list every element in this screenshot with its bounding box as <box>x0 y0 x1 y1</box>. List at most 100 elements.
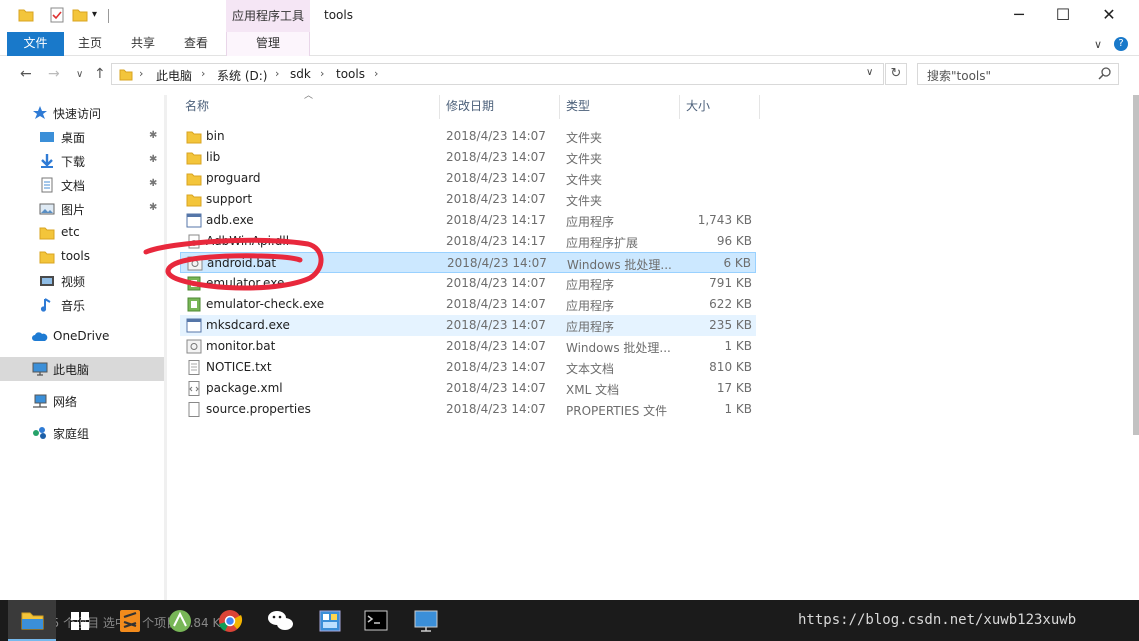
remote-desktop-icon[interactable] <box>402 600 450 641</box>
file-explorer-icon[interactable] <box>8 600 56 641</box>
customize-toolbar-dropdown-icon[interactable]: ▾ <box>92 9 108 27</box>
file-name[interactable]: package.xml <box>206 381 283 395</box>
tab-view[interactable]: 查看 <box>184 32 208 56</box>
breadcrumb-tools[interactable]: tools <box>336 67 365 81</box>
maximize-button[interactable]: ☐ <box>1040 0 1086 30</box>
store-icon[interactable] <box>56 600 104 641</box>
nav-item-network[interactable]: 网络 <box>0 389 164 413</box>
nav-pane-scrollbar[interactable] <box>164 95 167 600</box>
minimize-button[interactable]: ─ <box>996 0 1042 30</box>
recent-locations-button[interactable]: ∨ <box>76 69 83 80</box>
sort-ascending-icon: ︿ <box>304 91 314 101</box>
column-divider[interactable] <box>759 95 760 119</box>
file-row[interactable]: emulator.exe 2018/4/23 14:07 应用程序 791 KB <box>180 273 756 294</box>
column-divider[interactable] <box>439 95 440 119</box>
address-history-dropdown-icon[interactable]: ∨ <box>866 67 873 78</box>
column-header-date[interactable]: 修改日期 <box>446 95 494 119</box>
nav-item-quick-access[interactable]: 快速访问 <box>0 101 164 125</box>
search-icon[interactable] <box>1098 66 1112 83</box>
pin-icon[interactable]: ✱ <box>149 202 157 213</box>
forward-button[interactable]: → <box>48 66 60 82</box>
nav-item-tools[interactable]: tools <box>0 245 164 269</box>
sublime-icon[interactable] <box>106 600 154 641</box>
breadcrumb-separator[interactable]: › <box>201 67 205 80</box>
file-row[interactable]: mksdcard.exe 2018/4/23 14:07 应用程序 235 KB <box>180 315 756 336</box>
nav-item-onedrive[interactable]: OneDrive <box>0 325 164 349</box>
file-name[interactable]: NOTICE.txt <box>206 360 272 374</box>
content-scrollbar[interactable] <box>1133 95 1139 435</box>
tab-home[interactable]: 主页 <box>78 32 102 56</box>
file-row[interactable]: support 2018/4/23 14:07 文件夹 <box>180 189 756 210</box>
file-name[interactable]: emulator-check.exe <box>206 297 324 311</box>
file-name[interactable]: emulator.exe <box>206 276 284 290</box>
file-row[interactable]: proguard 2018/4/23 14:07 文件夹 <box>180 168 756 189</box>
file-row[interactable]: package.xml 2018/4/23 14:07 XML 文档 17 KB <box>180 378 756 399</box>
android-studio-icon[interactable] <box>156 600 204 641</box>
file-type: Windows 批处理... <box>567 258 672 272</box>
breadcrumb-drive-d[interactable]: 系统 (D:) <box>217 67 267 84</box>
cmd-icon[interactable] <box>352 600 400 641</box>
file-name[interactable]: lib <box>206 150 220 164</box>
app-icon[interactable] <box>306 600 354 641</box>
file-row[interactable]: source.properties 2018/4/23 14:07 PROPERTI… <box>180 399 756 420</box>
nav-item-downloads[interactable]: 下载 ✱ <box>0 149 164 173</box>
chrome-icon[interactable] <box>206 600 254 641</box>
file-name[interactable]: source.properties <box>206 402 311 416</box>
column-header-size[interactable]: 大小 <box>686 95 710 119</box>
tab-manage[interactable]: 管理 <box>226 32 310 56</box>
file-name[interactable]: proguard <box>206 171 261 185</box>
help-icon[interactable]: ? <box>1114 37 1128 51</box>
up-button[interactable]: ↑ <box>94 66 106 82</box>
file-row[interactable]: lib 2018/4/23 14:07 文件夹 <box>180 147 756 168</box>
breadcrumb-this-pc[interactable]: 此电脑 <box>156 67 192 84</box>
tab-file[interactable]: 文件 <box>7 32 64 56</box>
file-row[interactable]: android.bat 2018/4/23 14:07 Windows 批处理...… <box>180 252 756 273</box>
breadcrumb-separator[interactable]: › <box>139 67 143 80</box>
pin-icon[interactable]: ✱ <box>149 154 157 165</box>
file-row[interactable]: monitor.bat 2018/4/23 14:07 Windows 批处理...… <box>180 336 756 357</box>
nav-item-documents[interactable]: 文档 ✱ <box>0 173 164 197</box>
close-button[interactable]: ✕ <box>1086 0 1132 30</box>
file-name[interactable]: android.bat <box>207 256 276 270</box>
nav-item-this-pc[interactable]: 此电脑 <box>0 357 164 381</box>
nav-item-pictures[interactable]: 图片 ✱ <box>0 197 164 221</box>
file-row[interactable]: NOTICE.txt 2018/4/23 14:07 文本文档 810 KB <box>180 357 756 378</box>
column-divider[interactable] <box>559 95 560 119</box>
nav-item-desktop[interactable]: 桌面 ✱ <box>0 125 164 149</box>
nav-item-music[interactable]: 音乐 <box>0 293 164 317</box>
ribbon-expand-icon[interactable]: ∨ <box>1094 38 1102 51</box>
breadcrumb-separator[interactable]: › <box>374 67 378 80</box>
tab-share[interactable]: 共享 <box>131 32 155 56</box>
new-folder-icon[interactable] <box>72 7 88 25</box>
pin-icon[interactable]: ✱ <box>149 178 157 189</box>
address-bar[interactable]: › 此电脑 › 系统 (D:) › sdk › tools › ∨ <box>111 63 884 85</box>
breadcrumb-separator[interactable]: › <box>275 67 279 80</box>
column-header-name[interactable]: 名称 <box>185 95 209 119</box>
file-name[interactable]: support <box>206 192 252 206</box>
column-header-type[interactable]: 类型 <box>566 95 590 119</box>
nav-item-etc[interactable]: etc <box>0 221 164 245</box>
file-row[interactable]: adb.exe 2018/4/23 14:17 应用程序 1,743 KB <box>180 210 756 231</box>
file-name[interactable]: AdbWinApi.dll <box>206 234 289 248</box>
quick-access-folder-icon[interactable] <box>18 7 34 25</box>
nav-item-videos[interactable]: 视频 <box>0 269 164 293</box>
back-button[interactable]: ← <box>20 66 32 82</box>
file-name[interactable]: monitor.bat <box>206 339 275 353</box>
wechat-icon[interactable] <box>256 600 304 641</box>
breadcrumb-sdk[interactable]: sdk <box>290 67 311 81</box>
search-box[interactable]: 搜索"tools" <box>917 63 1119 85</box>
pin-icon[interactable]: ✱ <box>149 130 157 141</box>
file-name[interactable]: bin <box>206 129 225 143</box>
file-name[interactable]: adb.exe <box>206 213 254 227</box>
breadcrumb-separator[interactable]: › <box>320 67 324 80</box>
refresh-button[interactable]: ↻ <box>885 63 907 85</box>
nav-item-homegroup[interactable]: 家庭组 <box>0 421 164 445</box>
column-divider[interactable] <box>679 95 680 119</box>
search-placeholder[interactable]: 搜索"tools" <box>927 67 991 84</box>
file-name[interactable]: mksdcard.exe <box>206 318 290 332</box>
file-row[interactable]: bin 2018/4/23 14:07 文件夹 <box>180 126 756 147</box>
properties-icon[interactable] <box>49 7 65 25</box>
nav-item-label: 文档 <box>61 179 86 193</box>
file-row[interactable]: emulator-check.exe 2018/4/23 14:07 应用程序 622… <box>180 294 756 315</box>
file-row[interactable]: AdbWinApi.dll 2018/4/23 14:17 应用程序扩展 96 KB <box>180 231 756 252</box>
